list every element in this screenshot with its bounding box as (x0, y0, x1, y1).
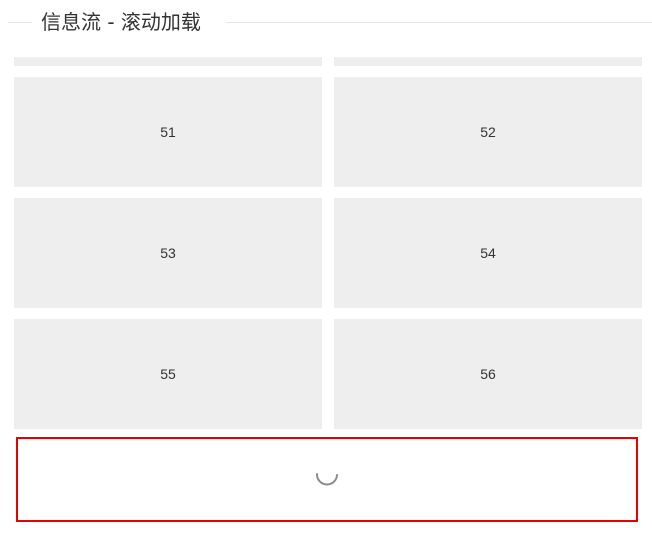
flow-item: 51 (14, 77, 322, 187)
flow-item: 52 (334, 77, 642, 187)
loading-spinner-icon (315, 473, 338, 486)
flow-item (14, 57, 322, 66)
flow-item: 54 (334, 198, 642, 308)
flow-item: 53 (14, 198, 322, 308)
page: 信息流 - 滚动加载 51 52 53 54 55 56 (0, 0, 652, 537)
title-divider-left (8, 22, 32, 23)
flow-item (334, 57, 642, 66)
flow-item: 55 (14, 319, 322, 429)
flow-item: 56 (334, 319, 642, 429)
title-divider-right (226, 22, 652, 23)
page-title: 信息流 - 滚动加载 (41, 10, 201, 34)
